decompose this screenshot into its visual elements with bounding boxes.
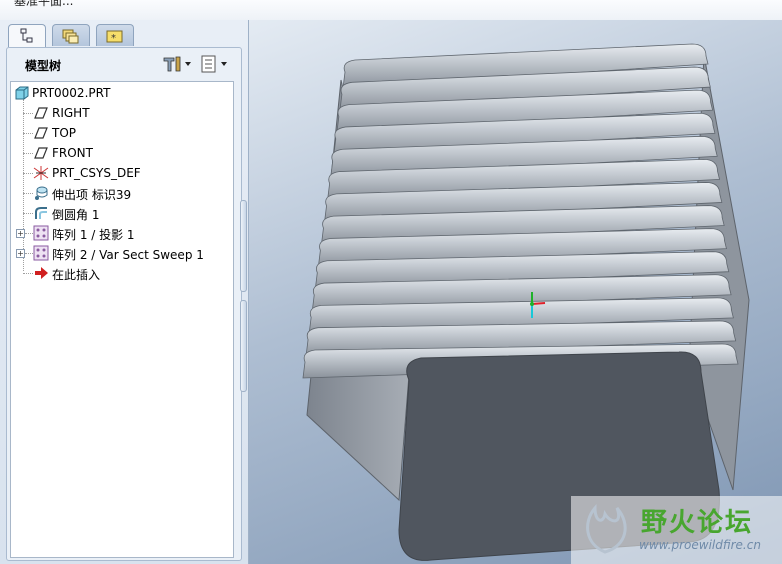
tree-item-label: PRT_CSYS_DEF <box>52 166 141 180</box>
tree-item-right[interactable]: RIGHT <box>11 104 233 122</box>
insert-here-arrow-icon <box>35 267 48 279</box>
tree-item-label: FRONT <box>52 146 93 160</box>
tree-item-pattern-1[interactable]: + 阵列 1 / 投影 1 <box>11 224 233 242</box>
tree-item-front[interactable]: FRONT <box>11 144 233 162</box>
favorites-icon: * <box>106 30 123 44</box>
model-tree-panel: 模型树 PRT0002.PRT RIGHT TOP FRONT PRT_CSYS… <box>6 47 242 561</box>
tree-item-label: RIGHT <box>52 106 90 120</box>
folder-icon <box>62 29 79 44</box>
graphics-window[interactable]: 野火论坛 www.proewildfire.cn <box>249 20 782 564</box>
expand-toggle[interactable]: + <box>16 249 25 258</box>
tree-item-label: 伸出项 标识39 <box>52 188 132 202</box>
tree-item-label: 在此插入 <box>52 268 101 282</box>
tree-item-label: 阵列 1 / 投影 1 <box>52 228 135 242</box>
model-tree-tab[interactable] <box>8 24 46 47</box>
flame-logo-icon <box>586 503 627 554</box>
pattern-icon <box>33 225 49 241</box>
model-tree-title: 模型树 <box>25 59 62 73</box>
pattern-icon <box>33 245 49 261</box>
model-tree-header: 模型树 <box>7 48 241 78</box>
svg-text:*: * <box>111 33 116 44</box>
show-button[interactable] <box>199 54 233 74</box>
tree-item-insert-here[interactable]: 在此插入 <box>11 264 233 282</box>
message-bar: 基准平面... <box>0 0 782 21</box>
message-text: 基准平面... <box>14 0 74 8</box>
navigator-pane: * 模型树 PRT0002.PRT RIGHT TOP FRONT PRT_CS… <box>0 20 249 564</box>
model-3d-view[interactable] <box>249 20 782 564</box>
datum-plane-icon <box>34 147 48 159</box>
datum-plane-icon <box>34 107 48 119</box>
folder-browser-tab[interactable] <box>52 24 90 46</box>
round-icon <box>35 207 47 219</box>
part-icon <box>15 86 29 100</box>
watermark-title: 野火论坛 <box>641 508 754 538</box>
expand-toggle[interactable]: + <box>16 229 25 238</box>
settings-button[interactable] <box>161 54 195 74</box>
favorites-tab[interactable]: * <box>96 24 134 46</box>
tree-item-label: 阵列 2 / Var Sect Sweep 1 <box>52 248 204 262</box>
pane-splitter[interactable] <box>238 200 247 392</box>
tree-item-label: TOP <box>52 126 77 140</box>
tree-item-pattern-2[interactable]: + 阵列 2 / Var Sect Sweep 1 <box>11 244 233 262</box>
tree-item-top[interactable]: TOP <box>11 124 233 142</box>
hammer-wrench-icon <box>163 56 191 72</box>
splitter-grip[interactable] <box>240 300 247 392</box>
protrusion-icon <box>35 186 48 200</box>
list-icon <box>201 55 227 73</box>
tree-item-csys[interactable]: PRT_CSYS_DEF <box>11 164 233 182</box>
datum-plane-icon <box>34 127 48 139</box>
tree-item-label: 倒圆角 1 <box>52 208 100 222</box>
csys-icon <box>33 166 49 180</box>
tree-item-round[interactable]: 倒圆角 1 <box>11 204 233 222</box>
model-tree-icon <box>20 28 33 43</box>
tree-item-protrusion[interactable]: 伸出项 标识39 <box>11 184 233 202</box>
watermark-url: www.proewildfire.cn <box>639 538 761 552</box>
forum-watermark: 野火论坛 www.proewildfire.cn <box>571 496 782 564</box>
splitter-grip[interactable] <box>240 200 247 292</box>
tree-item-part[interactable]: PRT0002.PRT <box>11 84 233 102</box>
model-tree-list: PRT0002.PRT RIGHT TOP FRONT PRT_CSYS_DEF… <box>10 81 234 558</box>
tree-item-label: PRT0002.PRT <box>32 86 111 100</box>
